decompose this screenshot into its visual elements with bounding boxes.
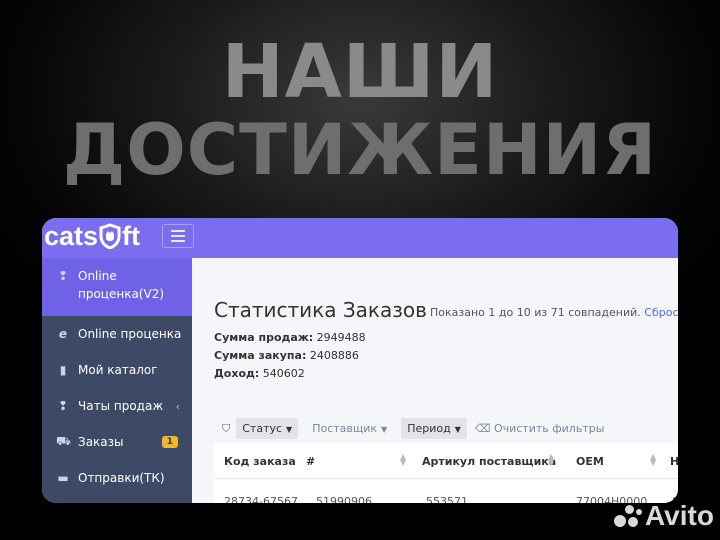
filter-icon: ⛉ <box>222 421 231 435</box>
avito-text: Avito <box>645 500 714 531</box>
column-header-oem[interactable]: OEM <box>576 455 604 468</box>
sidebar-item-sales-chats[interactable]: ❢ Чаты продаж ‹ <box>42 388 192 424</box>
filter-label: Период <box>407 422 451 435</box>
filter-period-dropdown[interactable]: Период ▼ <box>401 418 467 439</box>
sidebar-item-my-catalog[interactable]: ▮ Мой каталог <box>42 352 192 388</box>
column-header-supplier-article[interactable]: Артикул поставщика <box>422 455 556 468</box>
sidebar-item-shipments[interactable]: ▬ Отправки(ТК) <box>42 460 192 496</box>
sidebar-item-label: Online проценка <box>78 327 182 341</box>
column-header-name[interactable]: Н <box>670 455 678 468</box>
sidebar: ❢ Online проценка(V2) e Online проценка … <box>42 258 192 503</box>
logo-suffix: ft <box>122 221 141 251</box>
table-header: Код заказа # ▲ ▼ Артикул поставщика ▲ ▼ OE… <box>214 443 678 479</box>
orders-count-badge: 1 <box>161 436 178 448</box>
clear-filters-label: Очистить фильтры <box>493 422 605 435</box>
lightbulb-icon: ❢ <box>57 269 69 283</box>
caret-down-icon: ▼ <box>381 425 388 434</box>
filter-bar: ⛉ Статус ▼ Поставщик ▼ Период ▼ ⌫ Очистить … <box>222 418 604 439</box>
top-bar: cats ft <box>42 218 678 258</box>
hero-line-2: ДОСТИЖЕНИЯ <box>62 109 658 191</box>
stat-label: Доход: <box>214 367 260 380</box>
reset-link[interactable]: Сбросить <box>644 306 678 319</box>
sort-icon[interactable]: ▲ ▼ <box>400 453 406 467</box>
caret-down-icon: ▼ <box>454 425 461 434</box>
stat-label: Сумма продаж: <box>214 331 314 344</box>
page-title: Статистика Заказов <box>214 298 427 322</box>
sidebar-item-label: Отправки(ТК) <box>78 471 165 485</box>
caret-down-icon: ▼ <box>286 425 293 434</box>
stat-sales-sum: Сумма продаж: 2949488 <box>214 331 366 344</box>
ie-icon: e <box>58 327 68 341</box>
stat-label: Сумма закупа: <box>214 349 307 362</box>
column-header-number[interactable]: # <box>306 455 315 468</box>
avito-dots-icon <box>614 503 642 529</box>
showing-text: Показано 1 до 10 из 71 совпадений. <box>430 306 641 319</box>
sidebar-item-label: Online проценка(V2) <box>78 269 165 301</box>
stat-purchase-sum: Сумма закупа: 2408886 <box>214 349 359 362</box>
filter-status-dropdown[interactable]: Статус ▼ <box>236 418 299 439</box>
column-header-order-code[interactable]: Код заказа <box>224 455 296 468</box>
main-content: Статистика Заказов Показано 1 до 10 из 7… <box>192 258 678 503</box>
logo-prefix: cats <box>44 221 99 251</box>
sidebar-item-label: Мой каталог <box>78 363 158 377</box>
sort-icon[interactable]: ▲ ▼ <box>548 453 554 467</box>
stat-value: 2408886 <box>309 349 359 362</box>
sidebar-item-online-procenka-v2[interactable]: ❢ Online проценка(V2) <box>42 258 192 316</box>
orders-table: Код заказа # ▲ ▼ Артикул поставщика ▲ ▼ OE… <box>214 443 678 503</box>
hero-heading: НАШИ ДОСТИЖЕНИЯ <box>0 32 720 188</box>
stat-income: Доход: 540602 <box>214 367 305 380</box>
filter-label: Статус <box>242 422 283 435</box>
hero-line-1: НАШИ <box>221 29 499 115</box>
filter-label: Поставщик <box>312 422 378 435</box>
cart-icon: ⛟ <box>56 434 72 448</box>
truck-icon: ▬ <box>57 471 69 485</box>
clear-filters-button[interactable]: ⌫ Очистить фильтры <box>475 422 605 435</box>
avito-watermark: Avito <box>614 500 714 532</box>
stat-value: 2949488 <box>316 331 366 344</box>
sort-icon[interactable]: ▲ ▼ <box>650 453 656 467</box>
sidebar-item-online-procenka[interactable]: e Online проценка <box>42 316 192 352</box>
lightbulb-icon: ❢ <box>57 399 69 413</box>
hamburger-menu-button[interactable] <box>162 224 194 248</box>
filter-supplier-dropdown[interactable]: Поставщик ▼ <box>306 418 393 439</box>
table-cell: 51990906 <box>316 495 372 503</box>
eraser-icon: ⌫ <box>474 422 491 435</box>
stat-value: 540602 <box>262 367 305 380</box>
sidebar-item-label: Чаты продаж <box>78 399 164 413</box>
catsoft-logo[interactable]: cats ft <box>44 219 140 253</box>
book-icon: ▮ <box>59 363 67 377</box>
shield-cat-icon <box>99 223 121 249</box>
app-window: cats ft ❢ Online проценка(V2) e Online п… <box>42 218 678 503</box>
sidebar-item-label: Заказы <box>78 435 124 449</box>
table-cell: 553571 <box>426 495 468 503</box>
pagination-summary: Показано 1 до 10 из 71 совпадений. Сброс… <box>430 306 678 319</box>
table-cell: 28734-67567 <box>224 495 298 503</box>
chevron-left-icon: ‹ <box>175 399 180 413</box>
sidebar-item-orders[interactable]: ⛟ Заказы 1 <box>42 424 192 460</box>
